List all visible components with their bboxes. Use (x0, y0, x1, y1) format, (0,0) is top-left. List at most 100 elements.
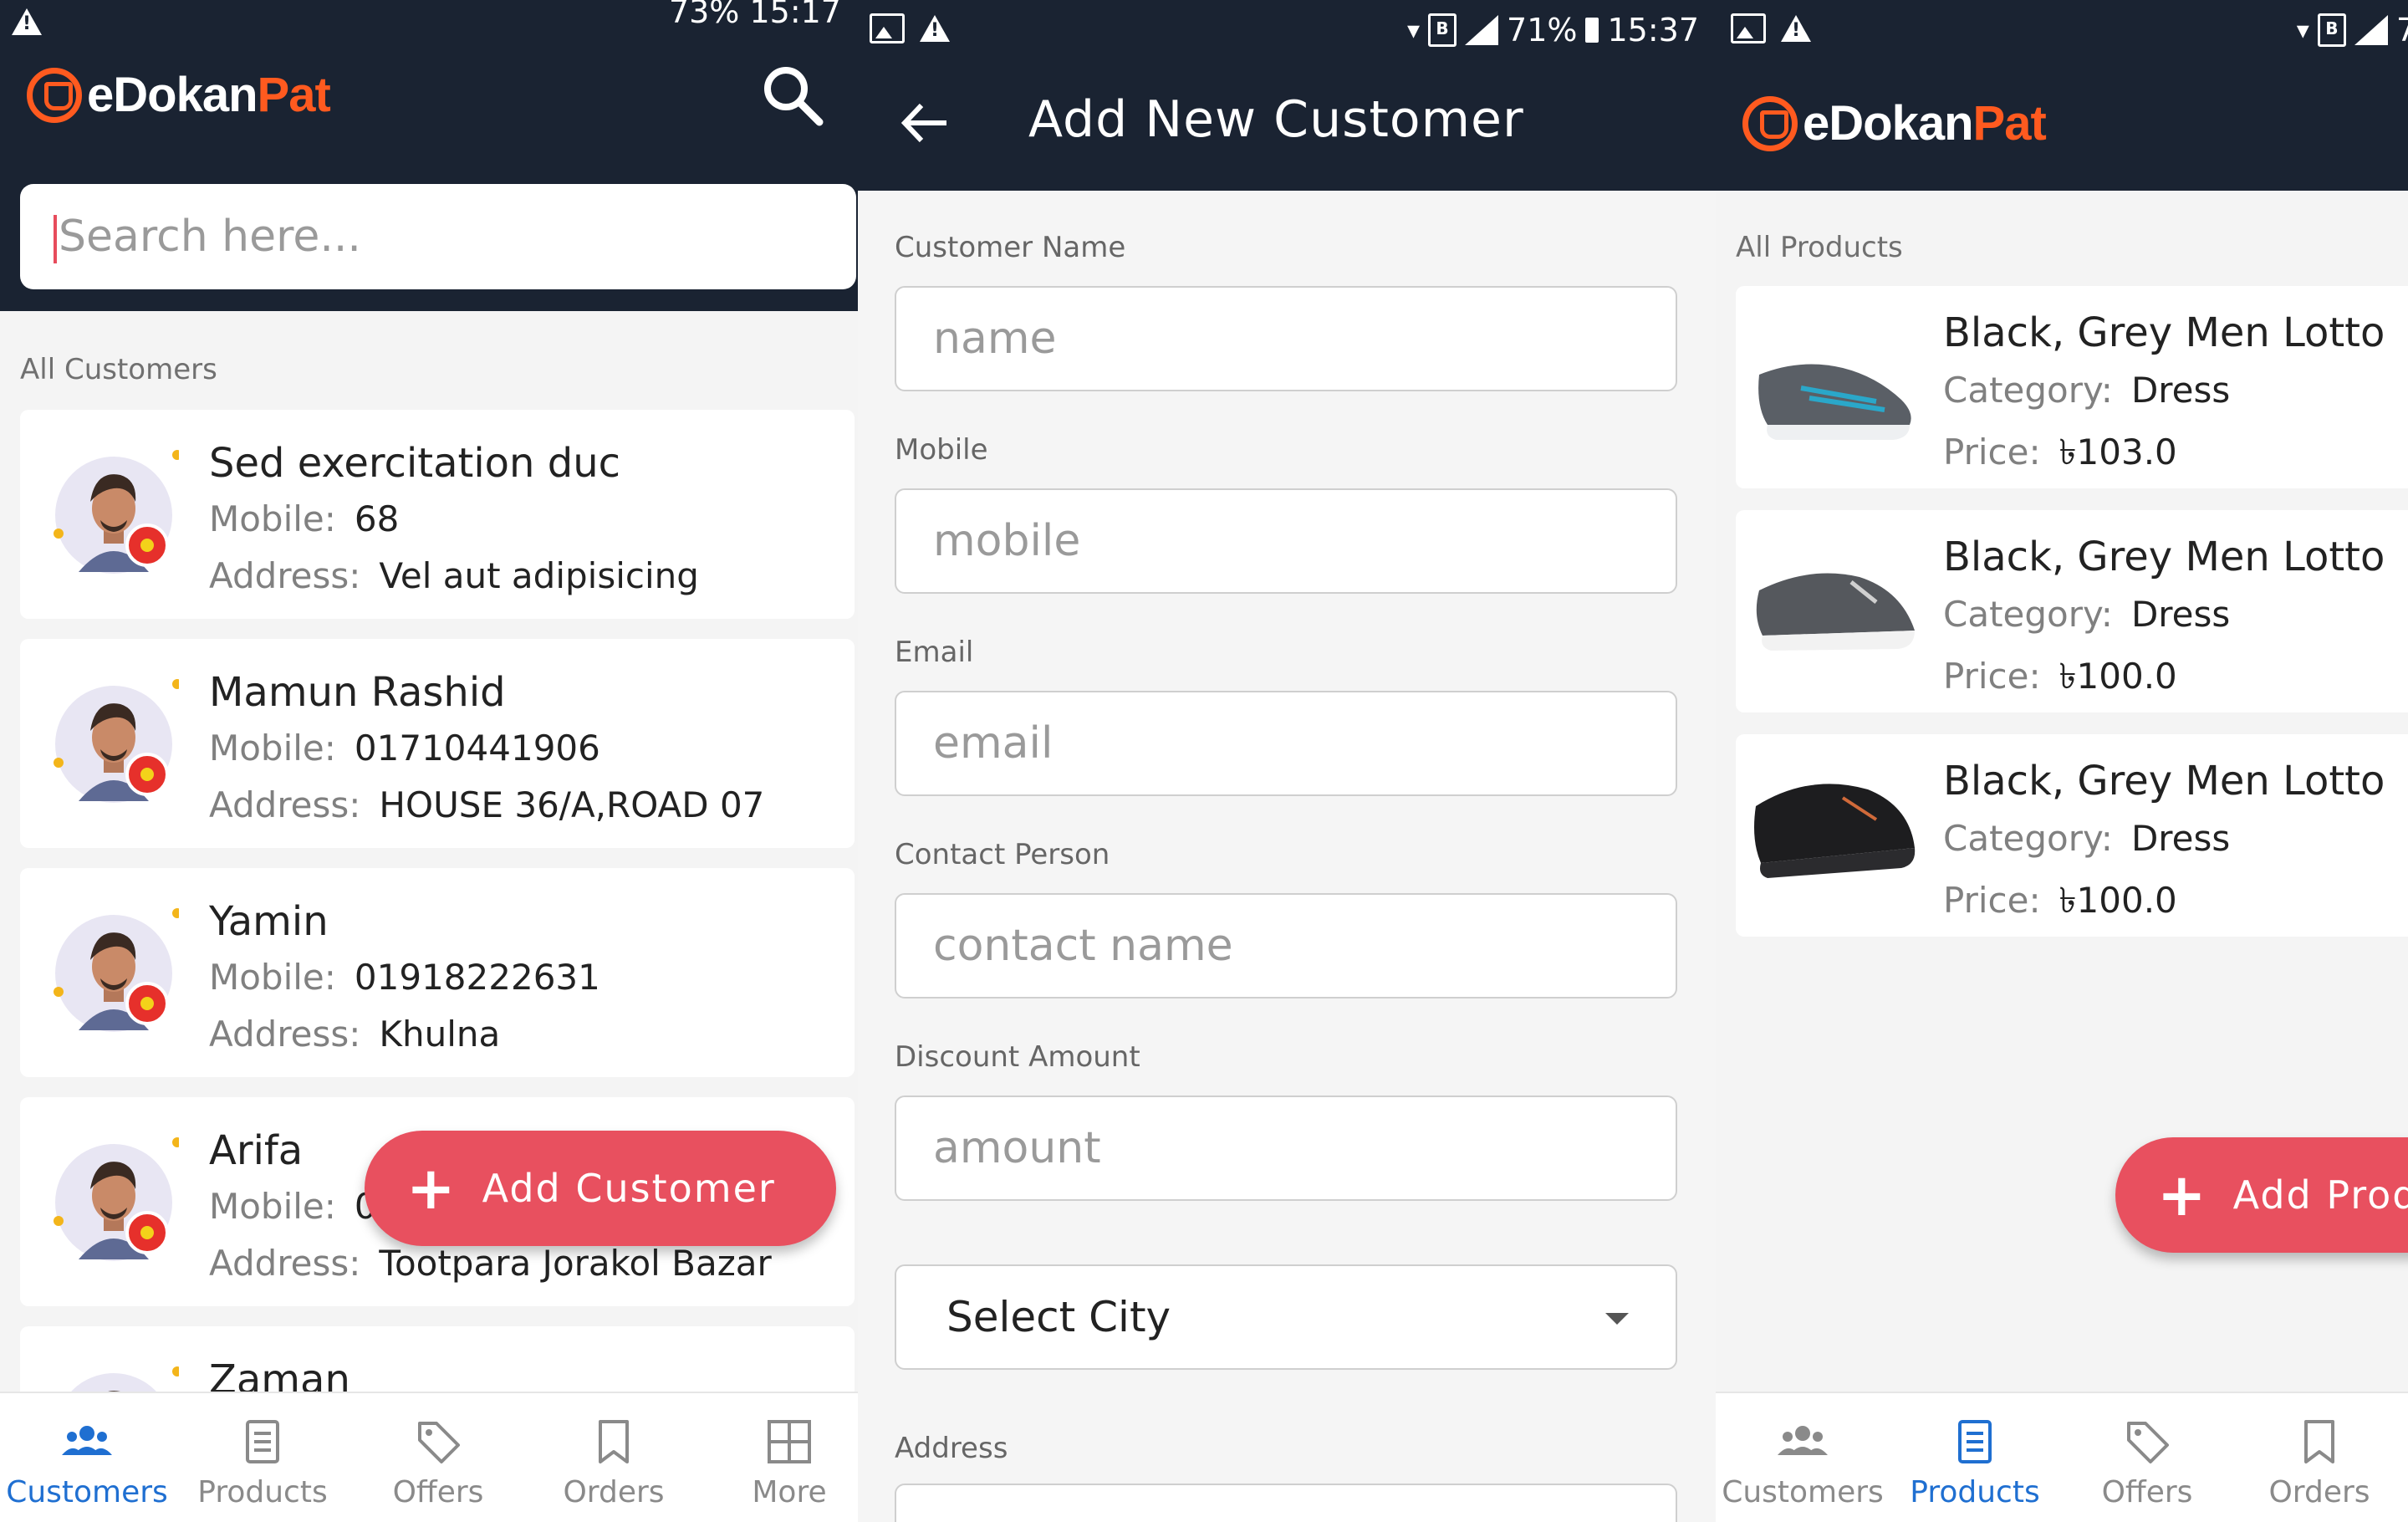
field-placeholder: name (933, 314, 1057, 364)
address-label: Address: (209, 1243, 361, 1284)
price-value: ৳103.0 (2059, 432, 2177, 472)
mobile-label: Mobile: (209, 498, 336, 539)
nav-item-products[interactable]: Products (1891, 1393, 2059, 1522)
product-name: Black, Grey Men Lotto (1943, 309, 2385, 356)
wifi-icon: ▾ (2296, 15, 2309, 45)
logo-icon (1742, 95, 1798, 151)
customer-card[interactable]: Yamin Mobile: 01918222631 Address: Khulna (20, 868, 855, 1077)
offers-icon (411, 1415, 465, 1468)
customer-address: Address: Vel aut adipisicing (209, 555, 699, 596)
offers-icon (2120, 1415, 2174, 1468)
orders-icon (587, 1415, 640, 1468)
wifi-icon: ▾ (1406, 15, 1421, 45)
address-label: Address: (209, 1014, 361, 1055)
text-field[interactable]: amount (895, 1096, 1677, 1201)
product-price: Price: ৳100.0 (1943, 649, 2177, 708)
sim-icon: B (2317, 13, 2346, 47)
brand-name-part2: Pat (257, 68, 331, 122)
product-image (1751, 756, 1918, 915)
nav-item-more[interactable]: More (706, 1393, 858, 1522)
category-value: Dress (2130, 594, 2231, 635)
add-product-label: Add Prod (2232, 1172, 2408, 1218)
product-card[interactable]: Black, Grey Men Lotto Category: Dress Pri… (1736, 734, 2408, 937)
back-arrow-icon[interactable] (896, 94, 955, 152)
address-value: Tootpara Jorakol Bazar (379, 1243, 772, 1284)
price-label: Price: (1943, 880, 2041, 921)
product-name: Black, Grey Men Lotto (1943, 534, 2385, 580)
status-text: 73% 15:17 (668, 0, 841, 30)
category-label: Category: (1943, 594, 2113, 635)
avatar (54, 1134, 182, 1268)
products-icon (1948, 1415, 2002, 1468)
price-value: ৳100.0 (2059, 656, 2177, 697)
field-label: Customer Name (895, 231, 1126, 264)
logo-icon (27, 67, 82, 123)
nav-item-offers[interactable]: Offers (355, 1393, 522, 1522)
nav-item-customers[interactable]: Customers (3, 1393, 171, 1522)
price-label: Price: (1943, 432, 2041, 472)
status-bar: ▾ B 71% 15:37 (858, 0, 1716, 55)
search-placeholder: Search here... (59, 212, 361, 262)
customers-icon (1776, 1415, 1829, 1468)
mobile-value: 01710441906 (354, 728, 600, 769)
status-bar: 73% 15:17 (0, 0, 858, 55)
customers-screen: 73% 15:17 eDokanPat Search here... All C… (0, 0, 858, 1522)
customer-card[interactable]: Mamun Rashid Mobile: 01710441906 Address:… (20, 639, 855, 848)
customer-address: Address: Khulna (209, 1014, 500, 1055)
field-label: Discount Amount (895, 1040, 1140, 1074)
add-customer-label: Add Customer (482, 1166, 776, 1211)
category-value: Dress (2130, 370, 2231, 411)
warning-icon (12, 8, 42, 35)
battery-level: 71% (1507, 12, 1578, 49)
brand-name-part1: eDokan (87, 68, 258, 122)
nav-item-orders[interactable]: Orders (2236, 1393, 2403, 1522)
text-field[interactable]: email (895, 691, 1677, 796)
product-price: Price: ৳100.0 (1943, 873, 2177, 932)
product-category: Category: Dress (1943, 370, 2230, 411)
nav-label: Orders (2268, 1475, 2370, 1509)
customer-name: Sed exercitation duc (209, 440, 620, 487)
address-input[interactable] (895, 1484, 1677, 1522)
warning-icon (920, 15, 950, 42)
image-icon (870, 13, 905, 43)
product-card[interactable]: Black, Grey Men Lotto Category: Dress Pri… (1736, 510, 2408, 712)
city-select[interactable]: Select City (895, 1264, 1677, 1370)
nav-item-customers[interactable]: Customers (1719, 1393, 1886, 1522)
product-name: Black, Grey Men Lotto (1943, 758, 2385, 804)
text-field[interactable]: contact name (895, 893, 1677, 998)
signal-icon (1465, 15, 1499, 45)
address-label: Address (895, 1432, 1008, 1465)
category-value: Dress (2130, 818, 2231, 859)
customer-card[interactable]: Sed exercitation duc Mobile: 68 Address: V… (20, 410, 855, 619)
nav-item-products[interactable]: Products (179, 1393, 346, 1522)
customer-name: Yamin (209, 898, 329, 945)
city-select-value: Select City (946, 1293, 1171, 1341)
add-product-button[interactable]: + Add Prod (2115, 1137, 2408, 1253)
field-label: Email (895, 636, 974, 669)
add-customer-button[interactable]: + Add Customer (365, 1131, 836, 1246)
brand-name-part1: eDokan (1803, 96, 1974, 151)
orders-icon (2293, 1415, 2346, 1468)
nav-label: Orders (563, 1475, 665, 1509)
product-card[interactable]: Black, Grey Men Lotto Category: Dress Pri… (1736, 286, 2408, 488)
text-field[interactable]: name (895, 286, 1677, 391)
nav-item-orders[interactable]: Orders (530, 1393, 697, 1522)
warning-icon (1781, 15, 1811, 42)
battery-icon (1585, 18, 1599, 43)
search-icon[interactable] (758, 60, 828, 130)
nav-label: Products (197, 1475, 328, 1509)
battery-level: 7 (2395, 12, 2408, 49)
customer-name: Arifa (209, 1127, 304, 1174)
product-price: Price: ৳103.0 (1943, 425, 2177, 484)
text-caret (54, 215, 57, 263)
text-field[interactable]: mobile (895, 488, 1677, 594)
product-image (1751, 532, 1918, 691)
search-input[interactable]: Search here... (20, 184, 856, 289)
address-label: Address: (209, 555, 361, 596)
mobile-label: Mobile: (209, 728, 336, 769)
product-image (1751, 308, 1918, 467)
add-customer-screen: ▾ B 71% 15:37 Add New Customer Customer … (858, 0, 1716, 1522)
mobile-label: Mobile: (209, 957, 336, 998)
grid-icon (763, 1415, 816, 1468)
nav-item-offers[interactable]: Offers (2064, 1393, 2231, 1522)
